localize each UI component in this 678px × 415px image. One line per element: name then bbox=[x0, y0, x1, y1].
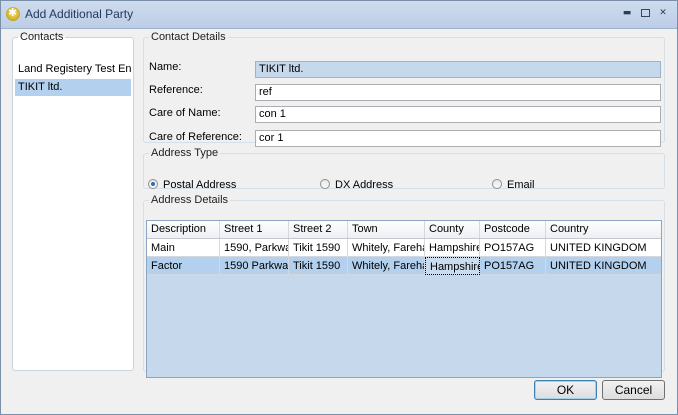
maximize-icon[interactable] bbox=[639, 8, 651, 19]
column-header-street2[interactable]: Street 2 bbox=[289, 221, 348, 238]
care-of-reference-label: Care of Reference: bbox=[149, 131, 242, 143]
app-icon bbox=[6, 6, 20, 21]
cell-county-focused[interactable]: Hampshire bbox=[425, 257, 480, 275]
contact-details-group: Contact Details Name: TIKIT ltd. Referen… bbox=[143, 31, 665, 147]
cell-street1[interactable]: 1590, Parkway bbox=[220, 239, 289, 257]
postal-address-label: Postal Address bbox=[163, 179, 237, 191]
table-row[interactable]: Factor 1590 Parkway Tikit 1590 Whitely, … bbox=[147, 257, 661, 275]
cell-country[interactable]: UNITED KINGDOM bbox=[546, 239, 661, 257]
radio-selected-icon bbox=[148, 179, 158, 189]
contacts-legend: Contacts bbox=[20, 31, 64, 43]
column-header-postcode[interactable]: Postcode bbox=[480, 221, 546, 238]
contacts-group: Contacts Land Registery Test Entity TIKI… bbox=[12, 31, 134, 371]
radio-unselected-icon bbox=[492, 179, 502, 189]
grid-header: Description Street 1 Street 2 Town Count… bbox=[147, 221, 661, 239]
address-type-group: Address Type Postal Address DX Address E… bbox=[143, 147, 665, 191]
cell-town[interactable]: Whitely, Fareham bbox=[348, 239, 425, 257]
care-of-reference-field[interactable]: cor 1 bbox=[255, 130, 661, 147]
cell-street2[interactable]: Tikit 1590 bbox=[289, 239, 348, 257]
column-header-description[interactable]: Description bbox=[147, 221, 220, 238]
dx-address-label: DX Address bbox=[335, 179, 394, 191]
contact-item-tikit[interactable]: TIKIT ltd. bbox=[15, 79, 131, 96]
cell-postcode[interactable]: PO157AG bbox=[480, 257, 546, 275]
column-header-country[interactable]: Country bbox=[546, 221, 661, 238]
contact-item-land-registery[interactable]: Land Registery Test Entity bbox=[15, 61, 131, 78]
contact-details-legend: Contact Details bbox=[151, 31, 226, 43]
address-details-group: Address Details Description Street 1 Str… bbox=[143, 194, 665, 378]
ok-button[interactable]: OK bbox=[534, 380, 597, 400]
close-icon[interactable]: ✕ bbox=[657, 8, 669, 19]
column-header-town[interactable]: Town bbox=[348, 221, 425, 238]
care-of-name-field[interactable]: con 1 bbox=[255, 106, 661, 123]
dialog-window: Add Additional Party ▬ ✕ Contacts Land R… bbox=[0, 0, 678, 415]
cell-description[interactable]: Factor bbox=[147, 257, 220, 275]
radio-unselected-icon bbox=[320, 179, 330, 189]
name-field: TIKIT ltd. bbox=[255, 61, 661, 78]
address-type-legend: Address Type bbox=[151, 147, 219, 159]
email-label: Email bbox=[507, 179, 535, 191]
reference-field[interactable]: ref bbox=[255, 84, 661, 101]
table-row[interactable]: Main 1590, Parkway Tikit 1590 Whitely, F… bbox=[147, 239, 661, 257]
address-details-legend: Address Details bbox=[151, 194, 229, 206]
cell-description[interactable]: Main bbox=[147, 239, 220, 257]
column-header-county[interactable]: County bbox=[425, 221, 480, 238]
minimize-icon[interactable]: ▬ bbox=[621, 8, 633, 19]
cell-postcode[interactable]: PO157AG bbox=[480, 239, 546, 257]
cell-country[interactable]: UNITED KINGDOM bbox=[546, 257, 661, 275]
title-bar[interactable]: Add Additional Party ▬ ✕ bbox=[1, 1, 677, 29]
reference-label: Reference: bbox=[149, 84, 203, 96]
window-title: Add Additional Party bbox=[25, 7, 134, 21]
cell-street2[interactable]: Tikit 1590 bbox=[289, 257, 348, 275]
cancel-button[interactable]: Cancel bbox=[602, 380, 665, 400]
cell-county[interactable]: Hampshire bbox=[425, 239, 480, 257]
column-header-street1[interactable]: Street 1 bbox=[220, 221, 289, 238]
cell-street1[interactable]: 1590 Parkway bbox=[220, 257, 289, 275]
address-grid[interactable]: Description Street 1 Street 2 Town Count… bbox=[146, 220, 662, 378]
cell-town[interactable]: Whitely, Fareham bbox=[348, 257, 425, 275]
care-of-name-label: Care of Name: bbox=[149, 107, 221, 119]
name-label: Name: bbox=[149, 61, 182, 73]
